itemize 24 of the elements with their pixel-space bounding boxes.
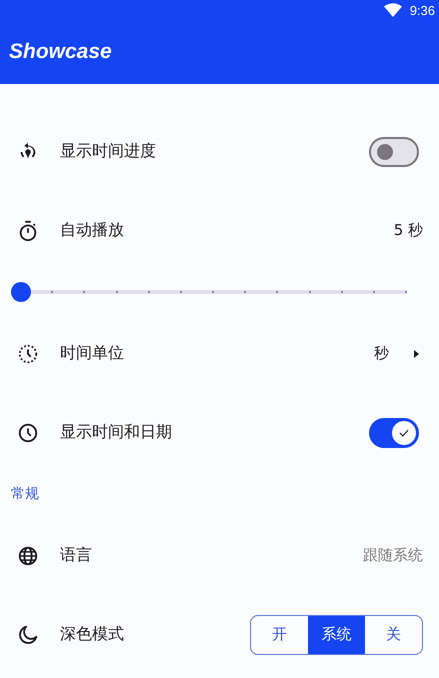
toggle-switch[interactable] — [369, 136, 419, 166]
setting-value: 5 秒 — [394, 221, 423, 240]
segment-button[interactable]: 开 — [251, 616, 308, 654]
timer-icon — [17, 220, 39, 242]
setting-label: 时间单位 — [60, 343, 125, 364]
setting-label: 显示时间进度 — [60, 141, 157, 162]
dashed-clock-icon — [17, 342, 39, 364]
setting-label: 深色模式 — [60, 624, 125, 645]
setting-label: 自动播放 — [60, 220, 125, 241]
caret-icon — [411, 348, 421, 358]
setting-label: 语言 — [60, 545, 93, 566]
setting-label: 显示时间和日期 — [60, 422, 173, 443]
globe-icon — [17, 544, 39, 566]
moon-icon — [17, 624, 39, 646]
setting-value: 秒 — [374, 344, 389, 363]
setting-value: 跟随系统 — [363, 546, 423, 565]
section-header: 常规 — [11, 485, 39, 503]
segment-button[interactable]: 系统 — [308, 616, 365, 654]
wifi-icon — [384, 3, 402, 17]
app-title: Showcase — [9, 40, 112, 64]
toggle-switch[interactable] — [369, 418, 419, 448]
status-time: 9:36 — [410, 2, 435, 18]
clock-icon — [17, 422, 39, 444]
segment-button[interactable]: 关 — [365, 616, 422, 654]
